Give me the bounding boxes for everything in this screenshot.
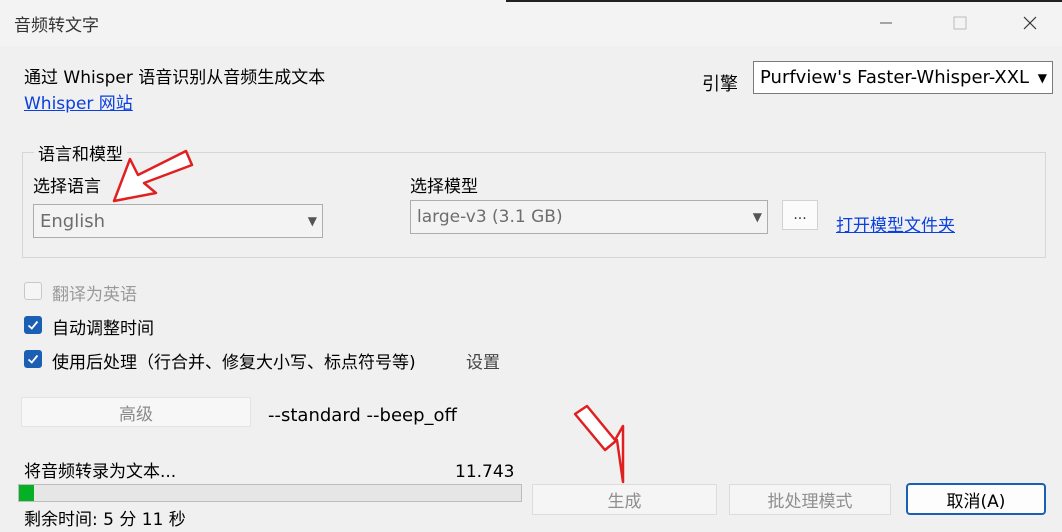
close-icon — [1023, 16, 1037, 30]
auto-adjust-checkbox[interactable] — [24, 316, 42, 334]
check-icon — [27, 320, 39, 330]
close-button[interactable] — [1002, 0, 1058, 46]
remaining-time-text: 剩余时间: 5 分 11 秒 — [24, 510, 186, 530]
model-select-value: large-v3 (3.1 GB) — [417, 207, 563, 227]
progress-value-text: 11.743 — [455, 462, 515, 482]
open-model-folder-link[interactable]: 打开模型文件夹 — [836, 211, 955, 236]
description-text: 通过 Whisper 语音识别从音频生成文本 — [24, 68, 326, 88]
minimize-button[interactable] — [858, 0, 914, 46]
model-select[interactable]: large-v3 (3.1 GB) ▼ — [410, 200, 768, 234]
engine-label: 引擎 — [702, 74, 738, 95]
post-process-checkbox[interactable] — [24, 350, 42, 368]
advanced-button[interactable]: 高级 — [21, 397, 251, 427]
progress-status-text: 将音频转录为文本... — [24, 462, 177, 482]
translate-label: 翻译为英语 — [52, 285, 137, 305]
engine-select-value: Purfview's Faster-Whisper-XXL — [760, 67, 1030, 88]
chevron-down-icon: ▼ — [752, 210, 762, 224]
auto-adjust-label: 自动调整时间 — [52, 319, 154, 339]
translate-checkbox[interactable] — [24, 282, 42, 300]
progress-bar — [18, 484, 522, 502]
engine-select[interactable]: Purfview's Faster-Whisper-XXL ▼ — [753, 61, 1053, 94]
whisper-website-link[interactable]: Whisper 网站 — [24, 89, 133, 114]
maximize-button[interactable] — [932, 0, 988, 46]
post-process-label: 使用后处理（行合并、修复大小写、标点符号等) — [52, 353, 416, 373]
language-select-value: English — [40, 210, 105, 232]
maximize-icon — [953, 16, 967, 30]
check-icon — [27, 354, 39, 364]
annotation-arrow-icon — [112, 149, 194, 203]
language-label: 选择语言 — [33, 177, 101, 197]
chevron-down-icon: ▼ — [307, 214, 317, 228]
chevron-down-icon: ▼ — [1037, 70, 1047, 85]
batch-mode-button[interactable]: 批处理模式 — [729, 484, 891, 515]
cancel-button[interactable]: 取消(A) — [906, 483, 1046, 515]
command-args-text: --standard --beep_off — [268, 405, 457, 426]
progress-bar-fill — [19, 485, 35, 501]
minimize-icon — [880, 22, 892, 24]
annotation-arrow-icon — [573, 404, 625, 484]
browse-model-button[interactable]: ... — [782, 200, 818, 230]
window-title: 音频转文字 — [14, 16, 99, 36]
post-process-settings-link[interactable]: 设置 — [466, 348, 500, 373]
model-label: 选择模型 — [410, 177, 478, 197]
